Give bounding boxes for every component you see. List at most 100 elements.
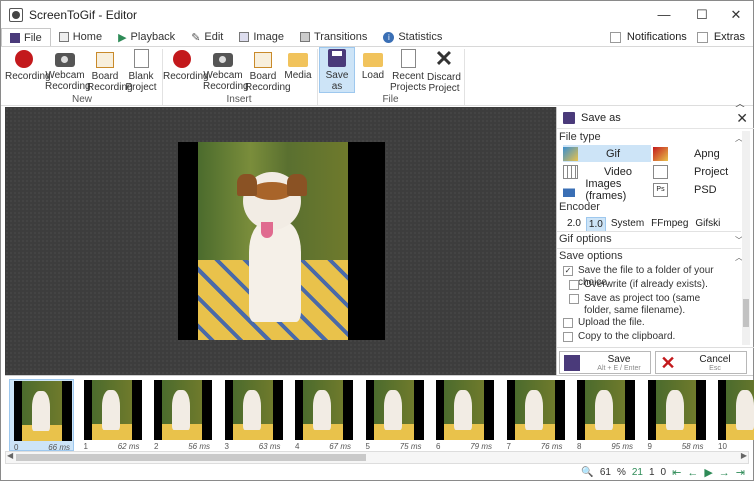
last-frame-icon[interactable]: ⇥ bbox=[736, 466, 745, 479]
checkbox-checked[interactable]: ✓ bbox=[563, 266, 573, 276]
dog-ear bbox=[287, 174, 307, 196]
encoder-option[interactable]: System bbox=[609, 217, 646, 232]
frame-thumbnail[interactable]: 4 67 ms bbox=[291, 379, 356, 451]
section-label: Save options bbox=[559, 250, 623, 262]
minimize-button[interactable]: — bbox=[646, 1, 682, 28]
scrollbar-thumb[interactable] bbox=[743, 299, 749, 327]
tabs-right: Notifications Extras bbox=[609, 28, 745, 46]
group-insert: Recording Webcam Recording Board Recordi… bbox=[163, 47, 315, 107]
frame-thumbnail[interactable]: 7 76 ms bbox=[503, 379, 568, 451]
first-frame-icon[interactable]: ⇤ bbox=[672, 466, 681, 479]
new-recording-button[interactable]: Recording bbox=[5, 49, 51, 82]
frame-thumbnail-image bbox=[14, 381, 72, 441]
save-as-button[interactable]: Save as bbox=[319, 47, 355, 93]
checkbox[interactable] bbox=[569, 280, 579, 290]
frame-thumbnail[interactable]: 9 58 ms bbox=[644, 379, 709, 451]
dog-head bbox=[237, 172, 307, 238]
extras-icon bbox=[696, 31, 708, 43]
option-upload[interactable]: Upload the file. bbox=[563, 317, 733, 329]
save-options-header[interactable]: Save options ︿ bbox=[559, 250, 743, 262]
insert-media-button[interactable]: Media bbox=[283, 49, 313, 81]
frame-thumbnail[interactable]: 10 bbox=[714, 379, 754, 451]
frame-index: 7 bbox=[506, 442, 511, 451]
panel-header: Save as ✕ bbox=[557, 107, 754, 129]
zoom-value[interactable]: 61 bbox=[600, 467, 611, 478]
frame-thumbnail[interactable]: 3 63 ms bbox=[221, 379, 286, 451]
frame-label: 8 95 ms bbox=[575, 442, 635, 451]
tab-edit[interactable]: ✎ Edit bbox=[183, 28, 231, 46]
encoder-option[interactable]: Gifski bbox=[693, 217, 722, 232]
checkbox[interactable] bbox=[563, 318, 573, 328]
panel-actions: Save Alt + E / Enter ✕ Cancel Esc bbox=[557, 347, 754, 375]
tab-file[interactable]: File bbox=[1, 28, 51, 47]
insert-board-recording-button[interactable]: Board Recording bbox=[245, 49, 291, 93]
option-copy-clipboard[interactable]: Copy to the clipboard. bbox=[563, 331, 733, 343]
discard-project-button[interactable]: ✕ Discard Project bbox=[426, 48, 462, 95]
tab-image[interactable]: Image bbox=[231, 28, 292, 46]
frame-thumbnail[interactable]: 5 75 ms bbox=[362, 379, 427, 451]
file-type-header[interactable]: File type ︿ bbox=[559, 131, 743, 143]
ribbon: Recording Webcam Recording Board Recordi… bbox=[1, 46, 753, 110]
recent-projects-button[interactable]: Recent Projects bbox=[390, 49, 426, 93]
file-type-psd[interactable]: Ps PSD bbox=[653, 181, 743, 198]
gif-options-header[interactable]: Gif options ﹀ bbox=[559, 233, 743, 245]
next-frame-icon[interactable]: → bbox=[719, 467, 730, 479]
encoder-option[interactable]: FFmpeg bbox=[649, 217, 690, 232]
window-title: ScreenToGif - Editor bbox=[29, 7, 138, 22]
group-divider bbox=[464, 49, 465, 105]
dog-ear bbox=[237, 174, 257, 196]
tab-home[interactable]: Home bbox=[51, 28, 110, 46]
tab-transitions[interactable]: Transitions bbox=[292, 28, 375, 46]
scroll-right-icon[interactable]: ▶ bbox=[741, 451, 747, 460]
insert-recording-button[interactable]: Recording bbox=[163, 49, 209, 82]
new-webcam-recording-button[interactable]: Webcam Recording bbox=[45, 49, 91, 92]
frame-thumbnail[interactable]: 6 79 ms bbox=[432, 379, 497, 451]
frame-thumbnail-image bbox=[436, 380, 494, 440]
file-type-images[interactable]: Images (frames) bbox=[563, 178, 651, 202]
play-icon: ▶ bbox=[118, 31, 127, 44]
tab-label: File bbox=[24, 32, 42, 44]
frame-index: 1 bbox=[83, 442, 88, 451]
option-overwrite[interactable]: Overwrite (if already exists). bbox=[569, 279, 729, 291]
frame-label: 10 bbox=[716, 442, 754, 451]
encoder-option[interactable]: 2.0 bbox=[565, 217, 583, 232]
load-button[interactable]: Load bbox=[358, 49, 388, 81]
file-type-gif[interactable]: Gif bbox=[563, 145, 651, 162]
previous-frame-icon[interactable]: ← bbox=[687, 467, 698, 479]
close-panel-button[interactable]: ✕ bbox=[736, 110, 748, 127]
insert-webcam-recording-button[interactable]: Webcam Recording bbox=[203, 49, 249, 92]
frame-thumbnail[interactable]: 2 56 ms bbox=[150, 379, 215, 451]
board-icon bbox=[254, 52, 272, 68]
frame-thumbnail-image bbox=[506, 380, 565, 440]
frame-strip-scrollbar[interactable]: ◀ ▶ bbox=[5, 451, 749, 464]
save-button[interactable]: Save Alt + E / Enter bbox=[559, 351, 651, 374]
tab-statistics[interactable]: i Statistics bbox=[375, 28, 450, 46]
extras-button[interactable]: Extras bbox=[714, 31, 745, 43]
maximize-button[interactable]: ☐ bbox=[684, 1, 720, 28]
cancel-icon: ✕ bbox=[660, 352, 676, 373]
encoder-option-selected[interactable]: 1.0 bbox=[585, 217, 606, 232]
option-save-as-project[interactable]: Save as project too (same folder, same f… bbox=[569, 293, 729, 317]
frame-index: 5 bbox=[365, 442, 370, 451]
blank-project-button[interactable]: Blank Project bbox=[125, 49, 157, 93]
frame-thumbnail[interactable]: 1 62 ms bbox=[80, 379, 145, 451]
scroll-left-icon[interactable]: ◀ bbox=[7, 451, 13, 460]
file-type-apng[interactable]: Apng bbox=[653, 145, 743, 162]
option-label: Upload the file. bbox=[578, 317, 645, 328]
editor-canvas[interactable] bbox=[5, 107, 556, 375]
tab-playback[interactable]: ▶ Playback bbox=[110, 28, 183, 46]
cancel-button[interactable]: ✕ Cancel Esc bbox=[655, 351, 747, 374]
close-button[interactable]: ✕ bbox=[718, 1, 754, 28]
new-board-recording-button[interactable]: Board Recording bbox=[87, 49, 133, 93]
panel-scrollbar[interactable] bbox=[742, 131, 750, 345]
frame-delay: 58 ms bbox=[681, 442, 704, 451]
checkbox[interactable] bbox=[569, 294, 579, 304]
scrollbar-thumb[interactable] bbox=[16, 454, 366, 461]
notifications-button[interactable]: Notifications bbox=[627, 31, 687, 43]
play-icon[interactable]: ▶ bbox=[704, 466, 712, 479]
checkbox[interactable] bbox=[563, 332, 573, 342]
frame-thumbnail-image bbox=[577, 380, 635, 440]
file-type-project[interactable]: Project bbox=[653, 163, 743, 180]
frame-thumbnail[interactable]: 8 95 ms bbox=[573, 379, 638, 451]
frame-thumbnail[interactable]: 0 66 ms bbox=[9, 379, 74, 452]
